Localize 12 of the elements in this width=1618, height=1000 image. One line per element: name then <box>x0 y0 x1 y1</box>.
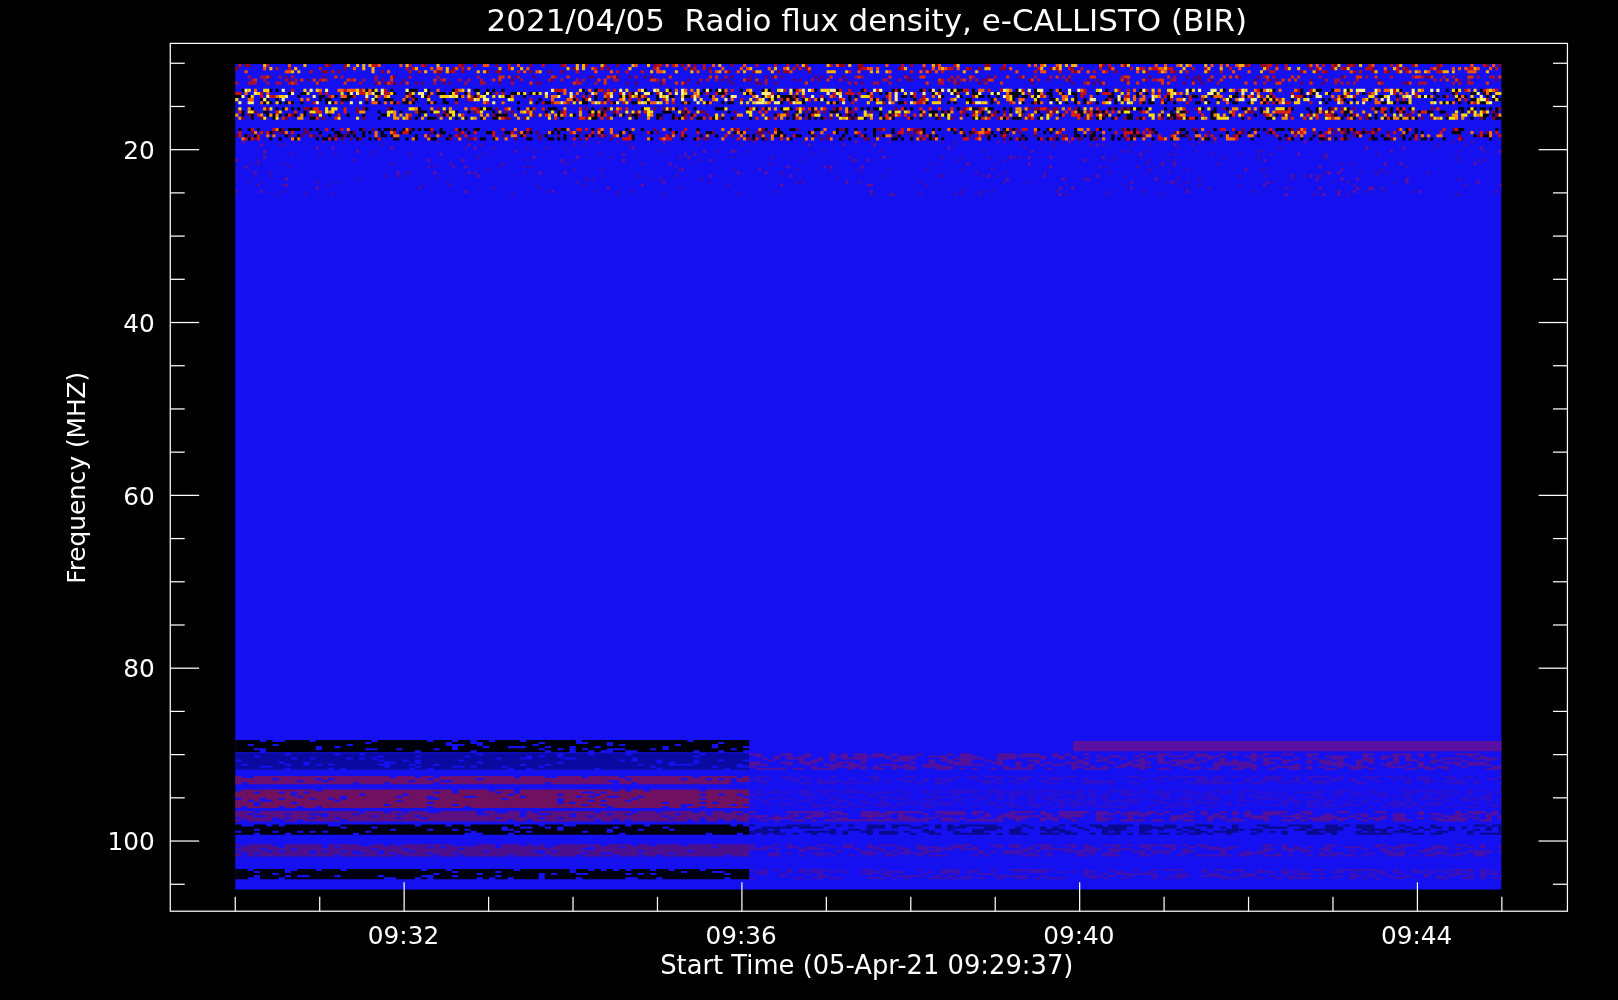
axis-tick-label: 09:36 <box>705 921 777 951</box>
axis-title: Frequency (MHZ) <box>61 371 91 584</box>
axis-tick-label: 09:44 <box>1381 921 1453 951</box>
axis-tick-label: 40 <box>123 308 155 338</box>
axis-tick-label: 100 <box>107 827 155 857</box>
axis-title: Start Time (05-Apr-21 09:29:37) <box>660 950 1074 981</box>
chart-title: 2021/04/05 Radio flux density, e-CALLISTO (BIR) <box>486 2 1247 38</box>
axis-tick-label: 09:32 <box>367 921 440 951</box>
axis-tick-label: 80 <box>123 654 155 684</box>
axis-tick-label: 60 <box>123 481 155 511</box>
axis-tick-label: 20 <box>123 135 155 165</box>
axis-tick-label: 09:40 <box>1043 921 1115 951</box>
